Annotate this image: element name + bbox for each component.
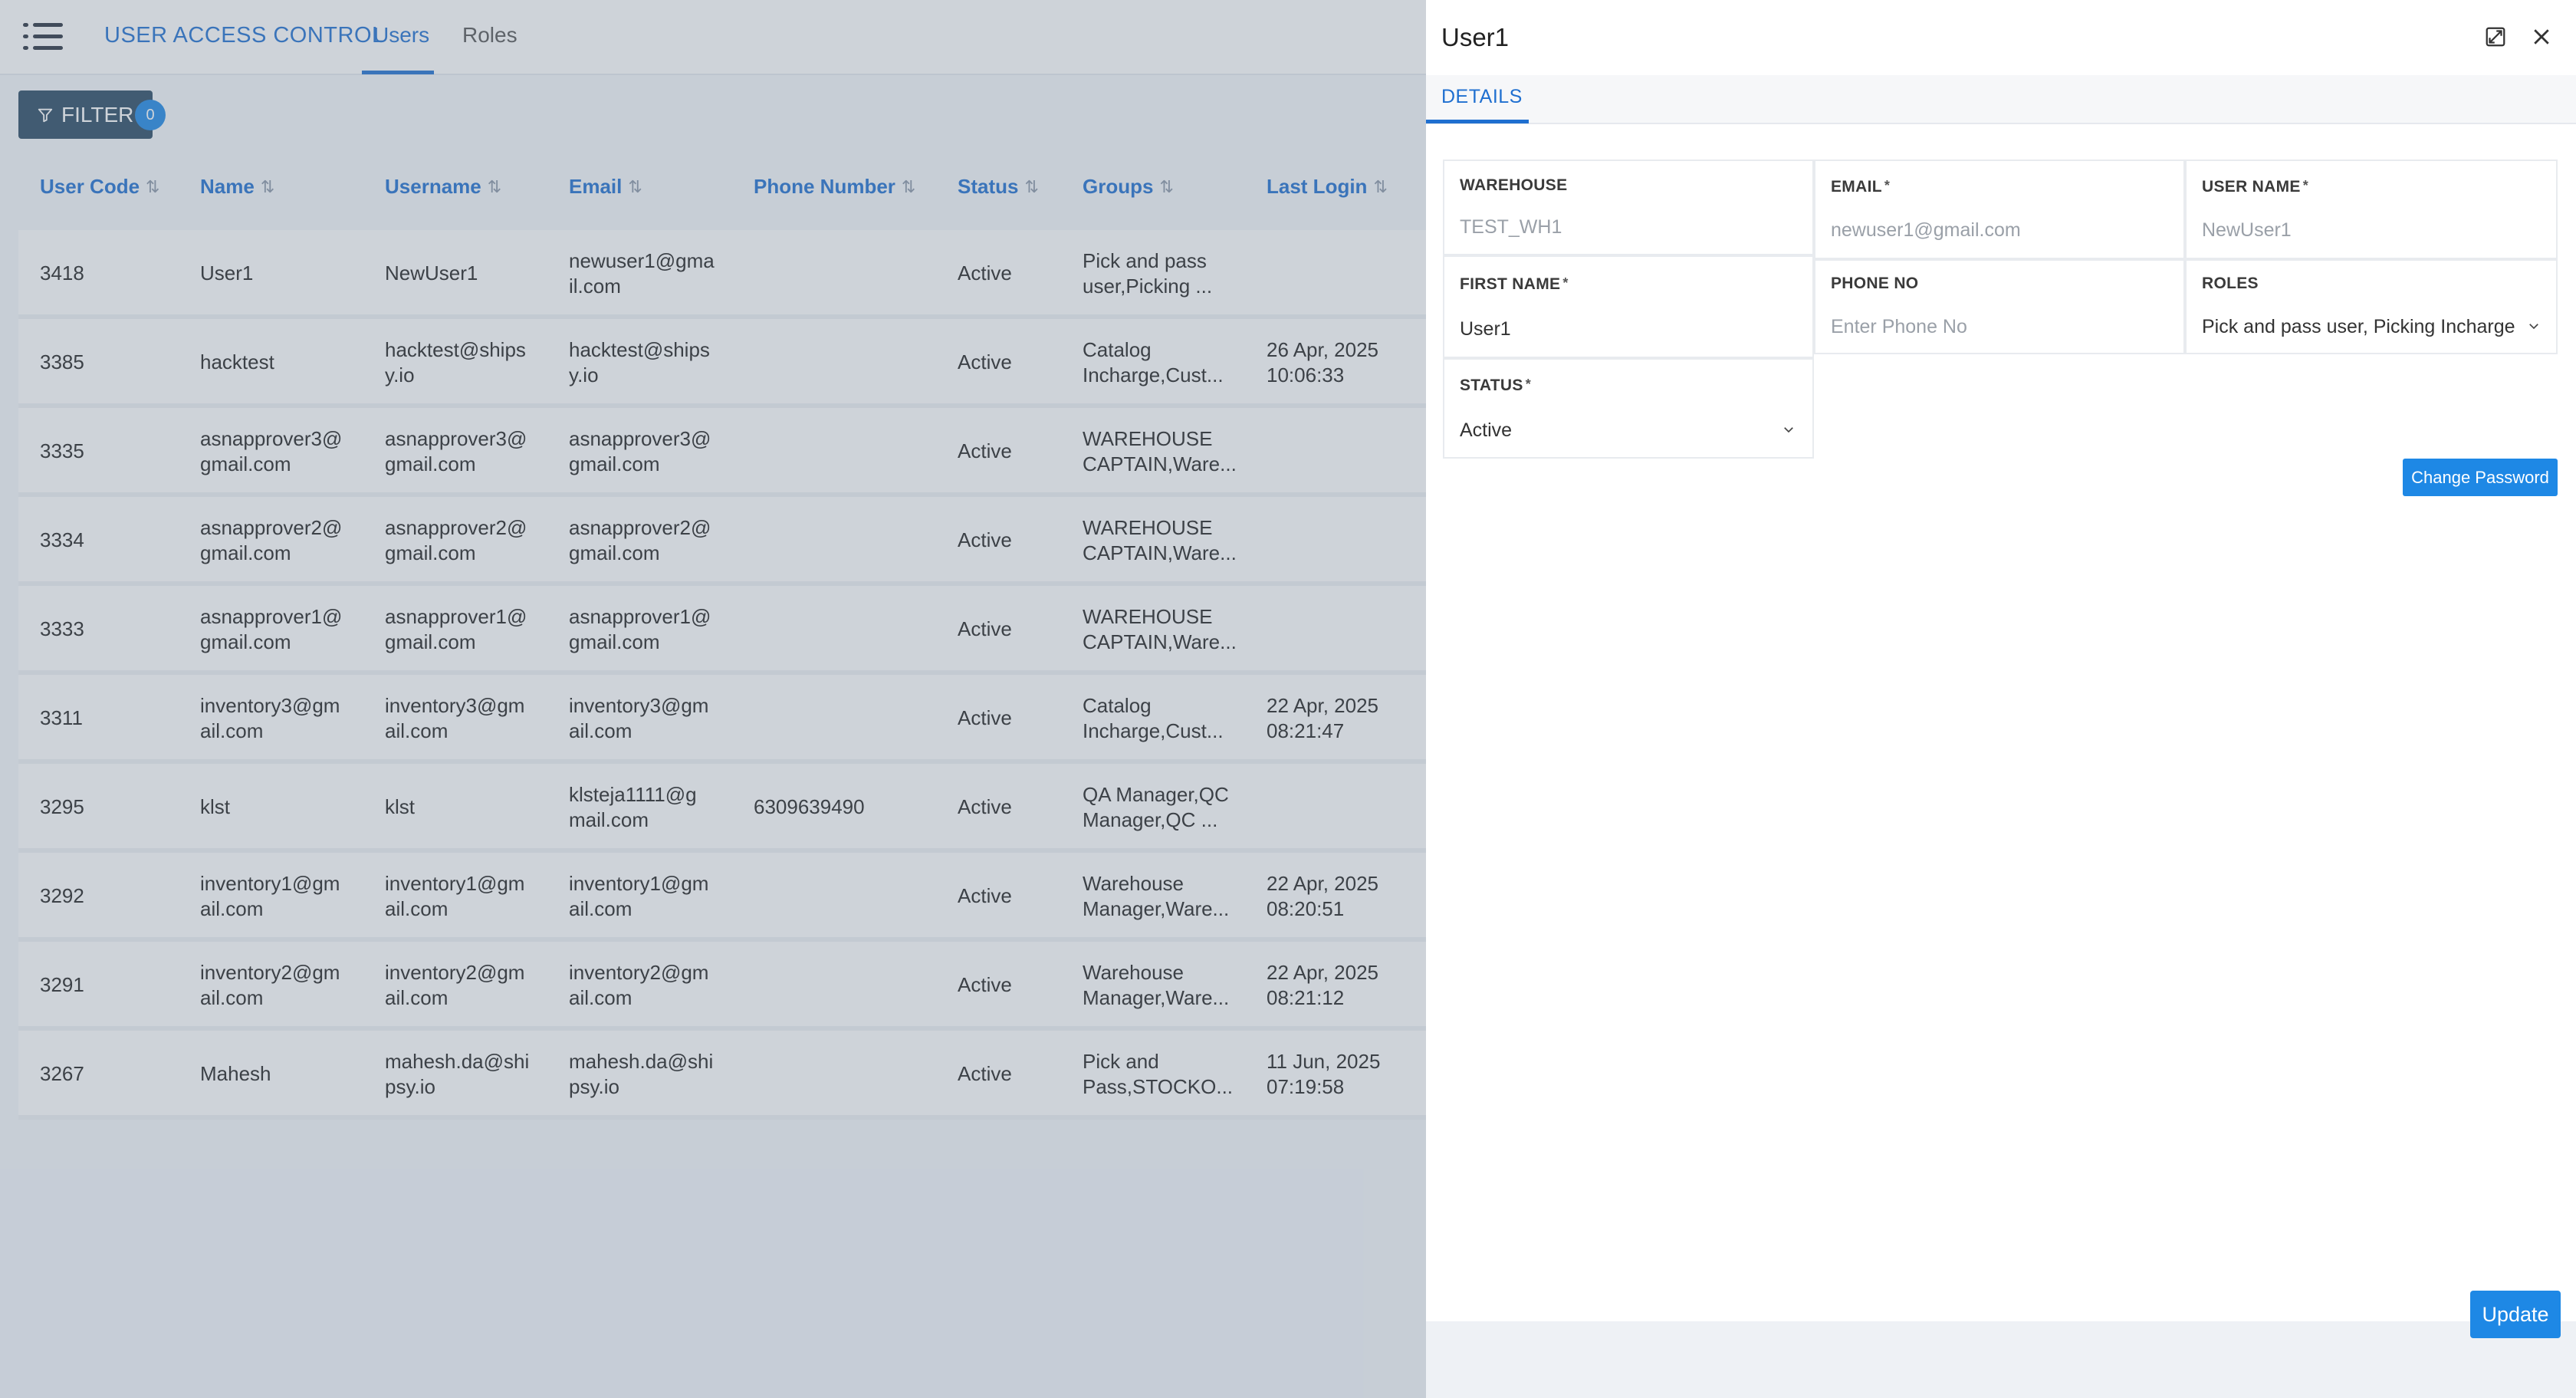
warehouse-value: TEST_WH1 [1460, 216, 1562, 238]
phone-no-field[interactable]: PHONE NO Enter Phone No [1814, 259, 2185, 354]
active-tab-indicator [1426, 120, 1529, 123]
first-name-value: User1 [1460, 318, 1511, 340]
first-name-label: FIRST NAME [1460, 275, 1561, 293]
chevron-down-icon [1784, 427, 1793, 433]
email-value: newuser1@gmail.com [1831, 219, 2021, 241]
drawer-footer [1426, 1321, 2576, 1398]
user-access-control-page: USER ACCESS CONTROL Users Roles FILTER 0… [0, 0, 1426, 1398]
status-label: STATUS [1460, 377, 1523, 394]
first-name-field[interactable]: FIRST NAME * User1 [1443, 255, 1814, 358]
chevron-down-icon [2529, 324, 2538, 330]
required-marker: * [1884, 178, 1891, 193]
expand-icon[interactable] [2484, 25, 2507, 48]
roles-label: ROLES [2202, 275, 2259, 292]
user-name-label: USER NAME [2202, 178, 2301, 196]
roles-select[interactable]: ROLES Pick and pass user, Picking Inchar… [2185, 259, 2558, 354]
tab-details[interactable]: DETAILS [1441, 86, 1523, 108]
close-icon[interactable] [2530, 25, 2553, 48]
modal-backdrop[interactable] [0, 0, 1426, 1398]
warehouse-field: WAREHOUSE TEST_WH1 [1443, 160, 1814, 255]
status-select[interactable]: STATUS * Active [1443, 358, 1814, 459]
warehouse-label: WAREHOUSE [1460, 176, 1568, 194]
change-password-button[interactable]: Change Password [2403, 459, 2558, 496]
required-marker: * [1562, 275, 1569, 291]
phone-no-placeholder: Enter Phone No [1831, 316, 1967, 337]
user-name-field[interactable]: USER NAME * NewUser1 [2185, 160, 2558, 259]
email-field[interactable]: EMAIL * newuser1@gmail.com [1814, 160, 2185, 259]
roles-value: Pick and pass user, Picking Incharge, [2202, 316, 2516, 337]
drawer-title: User1 [1441, 23, 1510, 51]
user-name-value: NewUser1 [2202, 219, 2292, 241]
required-marker: * [1525, 377, 1531, 392]
email-label: EMAIL [1831, 178, 1882, 196]
status-value: Active [1460, 419, 1513, 441]
drawer-tabs: DETAILS [1426, 75, 2576, 124]
user-details-drawer: User1 DETAILS WAREHOUSE TEST_WH1 EMAIL * … [1426, 0, 2576, 1398]
update-button[interactable]: Update [2470, 1291, 2561, 1338]
phone-no-label: PHONE NO [1831, 275, 1919, 292]
required-marker: * [2302, 178, 2309, 193]
